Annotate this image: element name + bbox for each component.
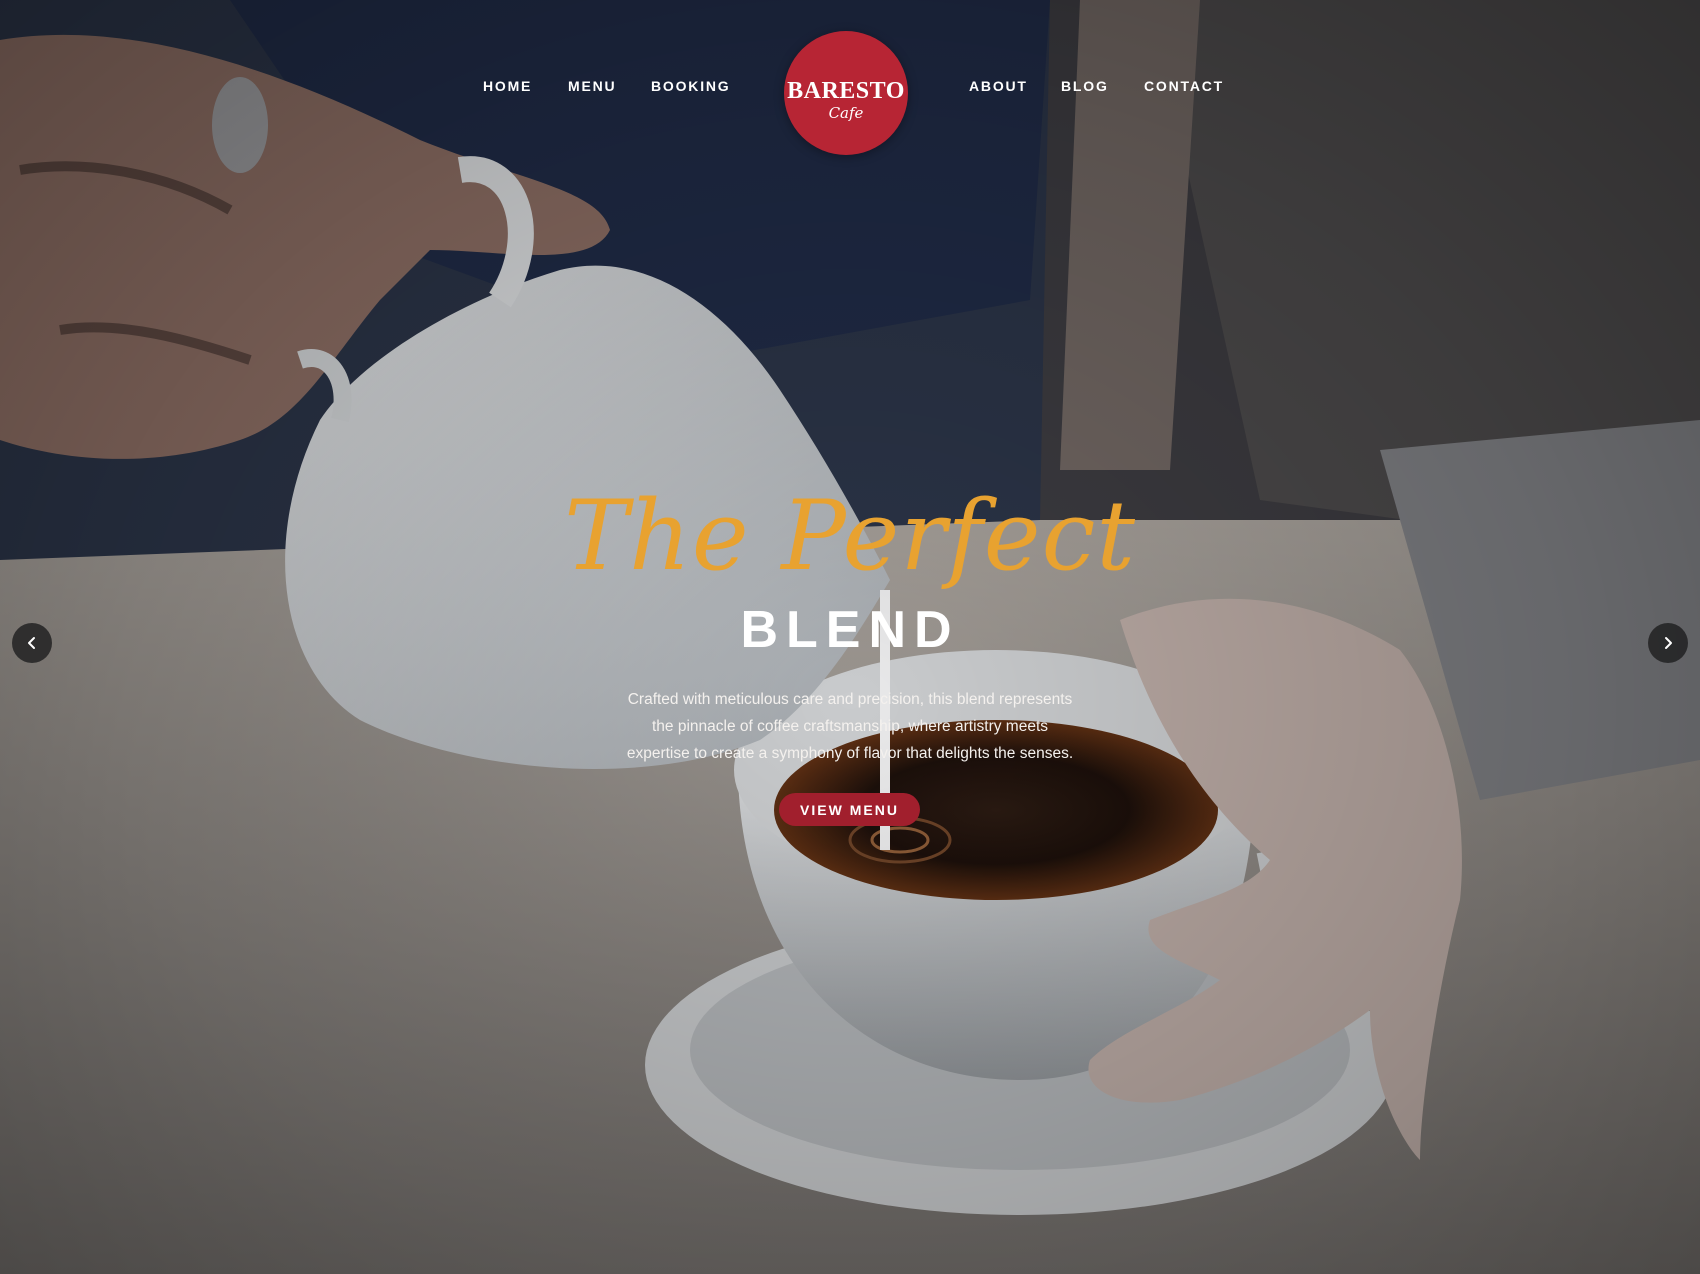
view-menu-button[interactable]: VIEW MENU (779, 793, 920, 826)
chevron-left-icon (28, 637, 35, 649)
nav-home[interactable]: HOME (483, 78, 532, 94)
slider-prev-button[interactable] (12, 623, 52, 663)
chevron-right-icon (1665, 637, 1672, 649)
hero-section: HOME MENU BOOKING BARESTO Cafe ABOUT BLO… (0, 0, 1700, 1274)
hero-script-title: The Perfect (564, 480, 1136, 592)
nav-contact[interactable]: CONTACT (1144, 78, 1224, 94)
logo-name: BARESTO (787, 78, 905, 104)
nav-about[interactable]: ABOUT (969, 78, 1028, 94)
hero-title: BLEND (740, 601, 960, 659)
hero-description: Crafted with meticulous care and precisi… (626, 691, 1074, 762)
nav-blog[interactable]: BLOG (1061, 78, 1109, 94)
nav-booking[interactable]: BOOKING (651, 78, 731, 94)
nav-menu[interactable]: MENU (568, 78, 616, 94)
slider-next-button[interactable] (1648, 623, 1688, 663)
logo-tagline: Cafe (828, 104, 864, 122)
main-navigation: HOME MENU BOOKING BARESTO Cafe ABOUT BLO… (0, 0, 1700, 170)
baresto-logo[interactable]: BARESTO Cafe (784, 31, 908, 155)
